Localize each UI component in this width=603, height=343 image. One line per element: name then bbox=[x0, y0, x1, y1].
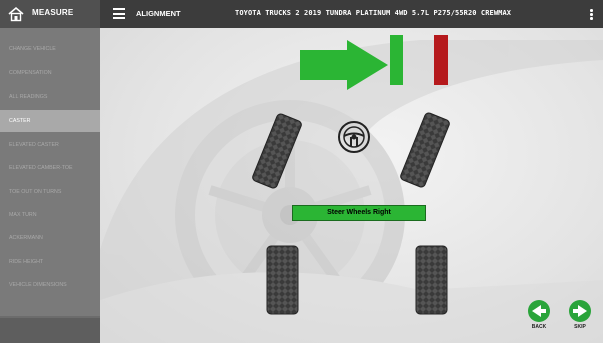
rear-left-tire bbox=[266, 245, 299, 315]
skip-label: SKIP bbox=[574, 324, 586, 330]
back-button[interactable] bbox=[528, 300, 550, 322]
rear-right-tire bbox=[415, 245, 448, 315]
alignment-canvas bbox=[100, 35, 603, 343]
front-right-tire bbox=[400, 112, 450, 188]
target-indicator-green bbox=[390, 35, 403, 85]
back-label: BACK bbox=[531, 324, 547, 330]
skip-button[interactable] bbox=[569, 300, 591, 322]
steering-wheel-icon bbox=[338, 121, 370, 153]
instruction-banner: Steer Wheels Right bbox=[292, 205, 426, 221]
target-indicator-red bbox=[434, 35, 448, 85]
